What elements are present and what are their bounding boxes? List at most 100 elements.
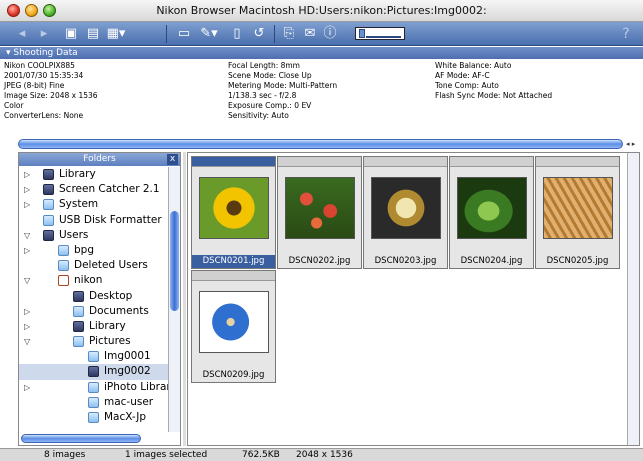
folder-row[interactable]: ▽ Users [19, 228, 169, 243]
disclosure-triangle-icon[interactable]: ▽ [24, 273, 30, 288]
folder-row[interactable]: MacX-Jp [19, 410, 169, 425]
disclosure-triangle-icon[interactable]: ▷ [24, 304, 30, 319]
folder-label: Library [59, 168, 96, 180]
new-folder-icon[interactable]: ▣ [62, 25, 80, 43]
app-icon [43, 184, 54, 196]
thumbnails-vertical-scrollbar[interactable] [627, 153, 639, 445]
disclosure-triangle-icon[interactable]: ▷ [24, 182, 30, 197]
thumbnail-filename: DSCN0201.jpg [192, 255, 275, 268]
color-mode: Color [4, 101, 24, 110]
image-count: 8 images [44, 450, 86, 460]
thumbnail-image[interactable] [199, 291, 269, 353]
edit-icon[interactable]: ✎▾ [197, 25, 221, 43]
folder-menu-icon[interactable]: ▦▾ [104, 25, 128, 43]
thumbnail-size-slider[interactable] [355, 27, 405, 40]
folder-row[interactable]: Desktop [19, 289, 169, 304]
panel-divider[interactable] [183, 152, 186, 446]
thumbnail-item[interactable]: DSCN0204.jpg [449, 156, 534, 269]
folder-icon [88, 412, 99, 423]
folder-label: Library [89, 319, 126, 332]
folder-row[interactable]: ▷ Documents [19, 304, 169, 319]
back-icon[interactable]: ◂ [14, 25, 30, 43]
folder-row[interactable]: ▷ System [19, 197, 169, 212]
shooting-data-title: Shooting Data [13, 48, 78, 58]
folder-icon [43, 214, 54, 226]
folder-label: System [59, 198, 99, 211]
disclosure-triangle-icon[interactable]: ▷ [24, 243, 30, 258]
shooting-data-scrollbar[interactable] [18, 139, 623, 149]
rotate-icon[interactable]: ↺ [251, 25, 267, 43]
image-size: Image Size: 2048 x 1536 [4, 91, 98, 100]
thumbnail-item[interactable]: DSCN0205.jpg [535, 156, 620, 269]
thumbnail-image[interactable] [543, 177, 613, 239]
disclosure-triangle-icon[interactable]: ▽ [24, 228, 30, 243]
copy-icon[interactable]: ⎘ [281, 25, 297, 43]
folders-title: Folders [83, 154, 116, 164]
folder-row[interactable]: USB Disk Formatter [19, 213, 169, 228]
capture-date: 2001/07/30 15:35:34 [4, 71, 84, 80]
thumbnail-filename: DSCN0202.jpg [278, 255, 361, 268]
focal-length: Focal Length: 8mm [228, 61, 300, 70]
thumbnail-item[interactable]: DSCN0201.jpg [191, 156, 276, 269]
slider-track [366, 36, 401, 38]
slider-knob[interactable] [359, 29, 365, 38]
shooting-data-header[interactable]: ▾ Shooting Data [0, 47, 643, 59]
folder-row[interactable]: ▽ nikon [19, 273, 169, 288]
toolbar-separator [166, 25, 167, 43]
document-icon[interactable]: ▯ [229, 25, 245, 43]
thumbnail-item[interactable]: DSCN0202.jpg [277, 156, 362, 269]
thumbnail-header [278, 157, 361, 167]
folder-tree: ▷ Library ▷ Screen Catcher 2.1 ▷ System USB Di… [19, 167, 177, 425]
disclosure-triangle-icon[interactable]: ▷ [24, 319, 30, 334]
open-folder-icon[interactable]: ▭ [175, 25, 193, 43]
folder-row[interactable]: ▷ Screen Catcher 2.1 [19, 182, 169, 197]
help-icon[interactable]: ? [618, 25, 634, 43]
thumbnail-image[interactable] [371, 177, 441, 239]
folder-label: bpg [74, 243, 94, 256]
folder-icon [58, 260, 69, 272]
library-folder-icon [73, 320, 84, 332]
folders-horizontal-scrollbar[interactable] [21, 434, 141, 443]
folder-open-icon[interactable]: ▤ [84, 25, 102, 43]
shooting-data-column-3: White Balance: Auto AF Mode: AF-C Tone C… [435, 61, 552, 101]
toolbar-separator [274, 25, 275, 43]
thumbnail-filename: DSCN0205.jpg [536, 255, 619, 268]
thumbnail-image[interactable] [285, 177, 355, 239]
camera-model: Nikon COOLPIX885 [4, 61, 75, 70]
folder-row[interactable]: ▷ Library [19, 167, 169, 182]
disclosure-triangle-icon[interactable]: ▷ [24, 167, 30, 182]
status-bar: 8 images 1 images selected 762.5KB 2048 … [0, 448, 643, 461]
shooting-data-column-2: Focal Length: 8mm Scene Mode: Close Up M… [228, 61, 337, 121]
thumbnail-grid: DSCN0201.jpg DSCN0202.jpg DSCN0203.jpg DSCN… [187, 152, 640, 446]
folder-row[interactable]: Img0002 [19, 364, 169, 380]
folder-row[interactable]: mac-user [19, 395, 169, 410]
scroll-thumb[interactable] [170, 211, 179, 311]
folder-row[interactable]: ▷ Library [19, 319, 169, 334]
thumbnail-item[interactable]: DSCN0203.jpg [363, 156, 448, 269]
folder-row[interactable]: ▷ iPhoto Library [19, 380, 177, 395]
thumbnail-image[interactable] [199, 177, 269, 239]
folder-icon [43, 199, 54, 211]
folder-row[interactable]: Deleted Users [19, 258, 169, 273]
thumbnail-image[interactable] [457, 177, 527, 239]
folder-label: mac-user [104, 395, 154, 408]
disclosure-triangle-icon[interactable]: ▷ [24, 197, 30, 212]
folder-row[interactable]: ▷ bpg [19, 243, 169, 258]
close-icon[interactable]: x [167, 154, 178, 165]
mail-icon[interactable]: ✉ [302, 25, 318, 43]
folder-row[interactable]: Img0001 [19, 349, 169, 364]
title-bar: Nikon Browser Macintosh HD:Users:nikon:P… [0, 0, 643, 22]
disclosure-triangle-icon[interactable]: ▽ [24, 334, 30, 349]
metering-mode: Metering Mode: Multi-Pattern [228, 81, 338, 90]
selected-size: 762.5KB [242, 450, 280, 460]
scroll-arrows-icon[interactable]: ◂ ▸ [626, 139, 635, 149]
info-icon[interactable]: ⓘ [322, 25, 338, 43]
thumbnail-item[interactable]: DSCN0209.jpg [191, 270, 276, 383]
file-format: JPEG (8-bit) Fine [4, 81, 65, 90]
forward-icon[interactable]: ▸ [36, 25, 52, 43]
folder-label: Documents [89, 304, 149, 317]
disclosure-triangle-icon[interactable]: ▷ [24, 380, 30, 395]
folder-row[interactable]: ▽ Pictures [19, 334, 169, 349]
folders-vertical-scrollbar[interactable] [168, 167, 180, 432]
sensitivity: Sensitivity: Auto [228, 111, 289, 120]
